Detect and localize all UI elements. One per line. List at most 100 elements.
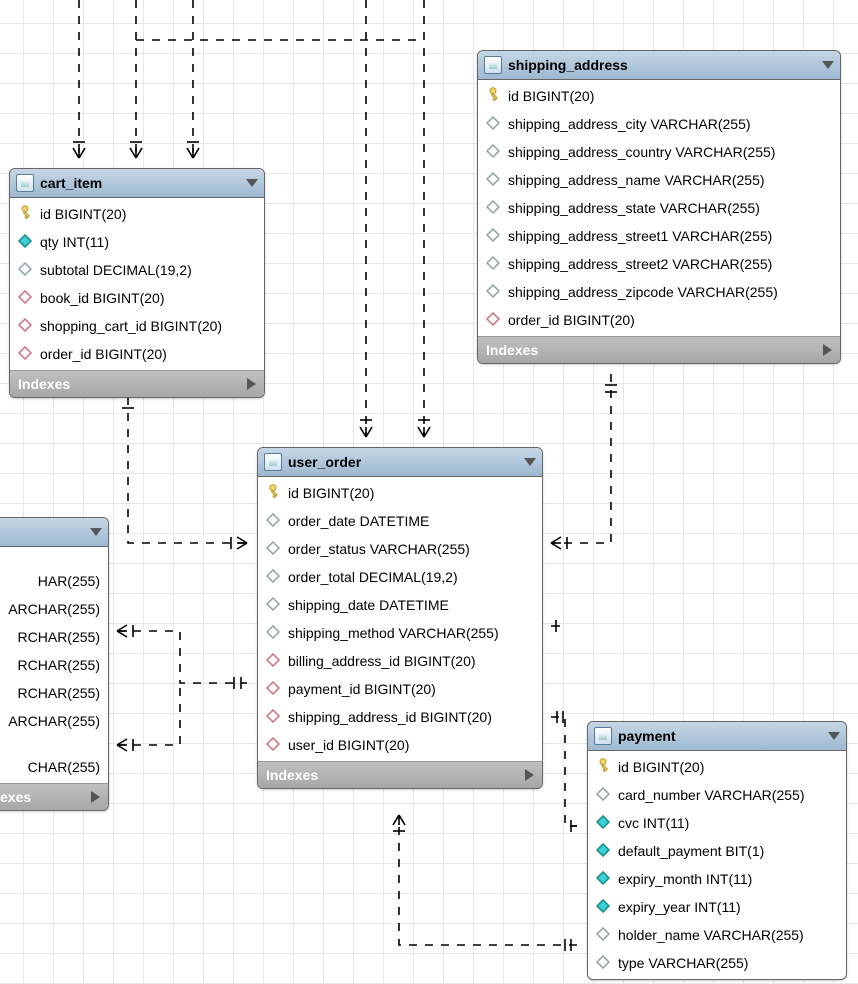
play-icon bbox=[823, 344, 832, 356]
column-text: shipping_address_id BIGINT(20) bbox=[288, 709, 492, 725]
triangle-icon[interactable] bbox=[822, 61, 834, 69]
column-row[interactable]: shipping_address_street2 VARCHAR(255) bbox=[478, 250, 840, 278]
column-row[interactable]: ARCHAR(255) bbox=[0, 707, 108, 735]
column-text: subtotal DECIMAL(19,2) bbox=[40, 262, 192, 278]
table-header[interactable] bbox=[0, 518, 108, 547]
indexes-section[interactable]: Indexes bbox=[10, 370, 264, 397]
diamond-icon bbox=[486, 172, 508, 189]
table-header[interactable]: shipping_address bbox=[478, 51, 840, 80]
column-text: shopping_cart_id BIGINT(20) bbox=[40, 318, 222, 334]
column-row[interactable]: expiry_month INT(11) bbox=[588, 865, 846, 893]
column-row[interactable]: CHAR(255) bbox=[0, 753, 108, 781]
diamond-icon bbox=[596, 871, 618, 888]
triangle-icon[interactable] bbox=[828, 732, 840, 740]
column-text: shipping_method VARCHAR(255) bbox=[288, 625, 499, 641]
column-row[interactable]: holder_name VARCHAR(255) bbox=[588, 921, 846, 949]
indexes-section[interactable]: Indexes bbox=[258, 761, 542, 788]
table-title: user_order bbox=[288, 454, 361, 470]
column-row[interactable]: shipping_address_city VARCHAR(255) bbox=[478, 110, 840, 138]
column-text: order_id BIGINT(20) bbox=[508, 312, 635, 328]
diamond-icon bbox=[486, 284, 508, 301]
indexes-label: Indexes bbox=[486, 342, 538, 358]
column-row[interactable]: cvc INT(11) bbox=[588, 809, 846, 837]
table-icon bbox=[594, 727, 612, 745]
column-row[interactable]: HAR(255) bbox=[0, 567, 108, 595]
table-header[interactable]: cart_item bbox=[10, 169, 264, 198]
column-row[interactable]: ARCHAR(255) bbox=[0, 595, 108, 623]
column-row[interactable]: shipping_address_zipcode VARCHAR(255) bbox=[478, 278, 840, 306]
column-row[interactable]: shipping_address_id BIGINT(20) bbox=[258, 703, 542, 731]
column-row[interactable]: user_id BIGINT(20) bbox=[258, 731, 542, 759]
column-row[interactable]: order_id BIGINT(20) bbox=[478, 306, 840, 334]
diamond-icon bbox=[266, 681, 288, 698]
column-row[interactable]: RCHAR(255) bbox=[0, 623, 108, 651]
column-text: shipping_address_zipcode VARCHAR(255) bbox=[508, 284, 778, 300]
column-row[interactable]: order_total DECIMAL(19,2) bbox=[258, 563, 542, 591]
indexes-section[interactable]: Indexes bbox=[478, 336, 840, 363]
indexes-label: Indexes bbox=[0, 789, 31, 805]
triangle-icon[interactable] bbox=[524, 458, 536, 466]
diamond-icon bbox=[266, 513, 288, 530]
table-user-order[interactable]: user_orderid BIGINT(20)order_date DATETI… bbox=[257, 447, 543, 789]
play-icon bbox=[247, 378, 256, 390]
column-row[interactable]: subtotal DECIMAL(19,2) bbox=[10, 256, 264, 284]
table-header[interactable]: payment bbox=[588, 722, 846, 751]
column-row[interactable]: card_number VARCHAR(255) bbox=[588, 781, 846, 809]
diamond-icon bbox=[486, 116, 508, 133]
table-shipping-address[interactable]: shipping_addressid BIGINT(20)shipping_ad… bbox=[477, 50, 841, 364]
diamond-icon bbox=[486, 256, 508, 273]
column-row[interactable]: default_payment BIT(1) bbox=[588, 837, 846, 865]
column-row[interactable]: order_date DATETIME bbox=[258, 507, 542, 535]
column-text: expiry_year INT(11) bbox=[618, 899, 741, 915]
column-text: shipping_address_street1 VARCHAR(255) bbox=[508, 228, 772, 244]
play-icon bbox=[91, 791, 100, 803]
column-row[interactable]: id BIGINT(20) bbox=[258, 479, 542, 507]
column-row[interactable]: shipping_address_state VARCHAR(255) bbox=[478, 194, 840, 222]
column-text: shipping_address_street2 VARCHAR(255) bbox=[508, 256, 772, 272]
diamond-icon bbox=[266, 737, 288, 754]
column-row[interactable]: shipping_address_street1 VARCHAR(255) bbox=[478, 222, 840, 250]
table-cart-item[interactable]: cart_itemid BIGINT(20)qty INT(11) subtota… bbox=[9, 168, 265, 398]
column-row[interactable]: RCHAR(255) bbox=[0, 651, 108, 679]
column-row[interactable]: shipping_address_country VARCHAR(255) bbox=[478, 138, 840, 166]
triangle-icon[interactable] bbox=[246, 179, 258, 187]
key-icon bbox=[596, 759, 618, 776]
column-row[interactable]: shipping_method VARCHAR(255) bbox=[258, 619, 542, 647]
table-title: payment bbox=[618, 728, 676, 744]
diamond-icon bbox=[18, 262, 40, 279]
diamond-icon bbox=[18, 318, 40, 335]
column-row[interactable]: expiry_year INT(11) bbox=[588, 893, 846, 921]
column-row[interactable]: billing_address_id BIGINT(20) bbox=[258, 647, 542, 675]
triangle-icon[interactable] bbox=[90, 528, 102, 536]
column-row[interactable]: order_status VARCHAR(255) bbox=[258, 535, 542, 563]
row-gap bbox=[0, 735, 108, 753]
table-columns: HAR(255)ARCHAR(255)RCHAR(255)RCHAR(255)R… bbox=[0, 547, 108, 783]
column-row[interactable]: shipping_address_name VARCHAR(255) bbox=[478, 166, 840, 194]
column-row[interactable]: order_id BIGINT(20) bbox=[10, 340, 264, 368]
table-header[interactable]: user_order bbox=[258, 448, 542, 477]
column-row[interactable]: id BIGINT(20) bbox=[10, 200, 264, 228]
column-row[interactable]: RCHAR(255) bbox=[0, 679, 108, 707]
column-text: shipping_address_name VARCHAR(255) bbox=[508, 172, 765, 188]
column-row[interactable]: book_id BIGINT(20) bbox=[10, 284, 264, 312]
diamond-icon bbox=[596, 927, 618, 944]
column-row[interactable]: qty INT(11) bbox=[10, 228, 264, 256]
column-row[interactable]: id BIGINT(20) bbox=[588, 753, 846, 781]
row-gap bbox=[0, 549, 108, 567]
table-icon bbox=[484, 56, 502, 74]
column-row[interactable]: payment_id BIGINT(20) bbox=[258, 675, 542, 703]
table-columns: id BIGINT(20)card_number VARCHAR(255)cvc… bbox=[588, 751, 846, 979]
table-payment[interactable]: payment id BIGINT(20)card_number VARCHAR(… bbox=[587, 721, 847, 980]
column-text: holder_name VARCHAR(255) bbox=[618, 927, 804, 943]
column-row[interactable]: type VARCHAR(255) bbox=[588, 949, 846, 977]
column-row[interactable]: shopping_cart_id BIGINT(20) bbox=[10, 312, 264, 340]
column-row[interactable]: shipping_date DATETIME bbox=[258, 591, 542, 619]
column-text: RCHAR(255) bbox=[18, 685, 100, 701]
diamond-icon bbox=[486, 312, 508, 329]
diamond-icon bbox=[596, 899, 618, 916]
column-row[interactable]: id BIGINT(20) bbox=[478, 82, 840, 110]
column-text: CHAR(255) bbox=[28, 759, 100, 775]
indexes-section[interactable]: Indexes bbox=[0, 783, 108, 810]
column-text: billing_address_id BIGINT(20) bbox=[288, 653, 476, 669]
table-columns: id BIGINT(20)qty INT(11) subtotal DECIMAL… bbox=[10, 198, 264, 370]
